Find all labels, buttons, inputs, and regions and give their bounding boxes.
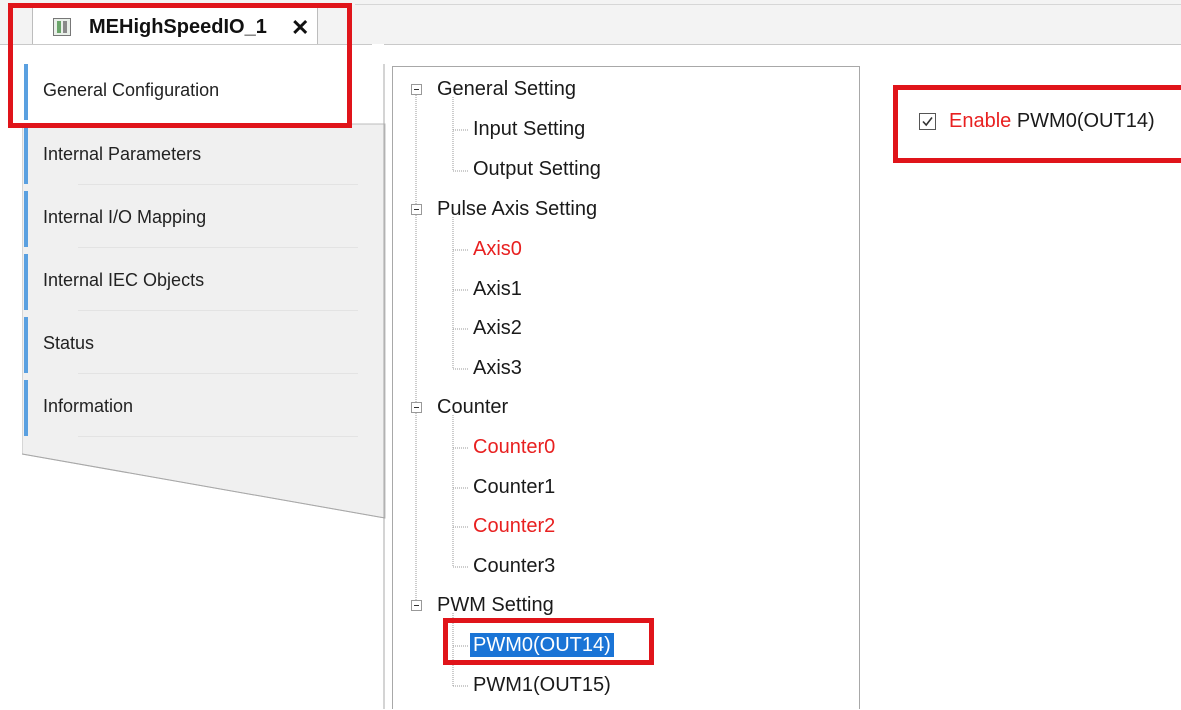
tree-item-counter3[interactable]: Counter3 (473, 554, 555, 578)
nav-item-label: Internal Parameters (43, 144, 202, 164)
editor-tab-mehighspeedio[interactable]: MEHighSpeedIO_1 ✕ (32, 6, 318, 44)
nav-item-information[interactable]: Information (22, 376, 367, 438)
nav-item-internal-iec-objects[interactable]: Internal IEC Objects (22, 250, 367, 312)
collapse-toggle-icon[interactable] (411, 600, 422, 611)
tree-item-axis3[interactable]: Axis3 (473, 356, 522, 380)
collapse-toggle-icon[interactable] (411, 204, 422, 215)
tree-item-input-setting[interactable]: Input Setting (473, 117, 585, 141)
nav-item-internal-io-mapping[interactable]: Internal I/O Mapping (22, 187, 367, 249)
enable-pwm0-label[interactable]: Enable PWM0(OUT14) (949, 110, 1155, 133)
nav-separator (78, 436, 358, 437)
editor-tab-bar: MEHighSpeedIO_1 ✕ (0, 0, 1181, 45)
nav-item-accent (24, 380, 28, 436)
nav-item-accent (24, 128, 28, 184)
nav-item-general-configuration[interactable]: General Configuration (22, 60, 367, 122)
nav-separator (78, 247, 358, 248)
nav-separator (78, 184, 358, 185)
nav-separator (78, 310, 358, 311)
enable-target: PWM0(OUT14) (1016, 110, 1155, 132)
config-side-nav: General Configuration Internal Parameter… (22, 44, 386, 709)
tree-item-counter1[interactable]: Counter1 (473, 475, 555, 499)
checkmark-icon (922, 117, 933, 127)
tree-item-counter0[interactable]: Counter0 (473, 435, 555, 459)
nav-item-internal-parameters[interactable]: Internal Parameters (22, 124, 367, 186)
editor-tab-title: MEHighSpeedIO_1 (89, 16, 267, 38)
tab-bar-divider (355, 4, 1181, 5)
tree-group-counter[interactable]: Counter (437, 395, 508, 419)
nav-item-accent (24, 317, 28, 373)
nav-item-accent (24, 254, 28, 310)
nav-item-label: Status (43, 333, 95, 353)
pwm-settings-area (860, 44, 1181, 709)
tree-group-pulse-axis-setting[interactable]: Pulse Axis Setting (437, 197, 597, 221)
collapse-toggle-icon[interactable] (411, 84, 422, 95)
tree-item-output-setting[interactable]: Output Setting (473, 157, 601, 181)
tree-group-pwm-setting[interactable]: PWM Setting (437, 593, 554, 617)
tree-group-general-setting[interactable]: General Setting (437, 77, 576, 101)
nav-item-label: Information (43, 396, 134, 416)
tree-item-axis1[interactable]: Axis1 (473, 277, 522, 301)
enable-pwm0-checkbox[interactable] (919, 113, 936, 130)
close-tab-icon[interactable]: ✕ (291, 15, 309, 41)
collapse-toggle-icon[interactable] (411, 402, 422, 413)
nav-item-label: General Configuration (43, 80, 220, 100)
enable-word: Enable (949, 110, 1012, 132)
tree-item-axis2[interactable]: Axis2 (473, 316, 522, 340)
nav-item-status[interactable]: Status (22, 313, 367, 375)
nav-item-label: Internal IEC Objects (43, 270, 205, 290)
tree-item-pwm1[interactable]: PWM1(OUT15) (473, 673, 611, 697)
nav-item-accent (24, 191, 28, 247)
tree-item-pwm0[interactable]: PWM0(OUT14) (470, 633, 614, 657)
tree-item-counter2[interactable]: Counter2 (473, 514, 555, 538)
nav-item-accent (24, 64, 28, 120)
settings-tree-panel: General Setting Input Setting Output Set… (392, 66, 860, 709)
tree-item-axis0[interactable]: Axis0 (473, 237, 522, 261)
nav-separator (78, 373, 358, 374)
device-module-icon (53, 18, 71, 36)
nav-item-label: Internal I/O Mapping (43, 207, 207, 227)
